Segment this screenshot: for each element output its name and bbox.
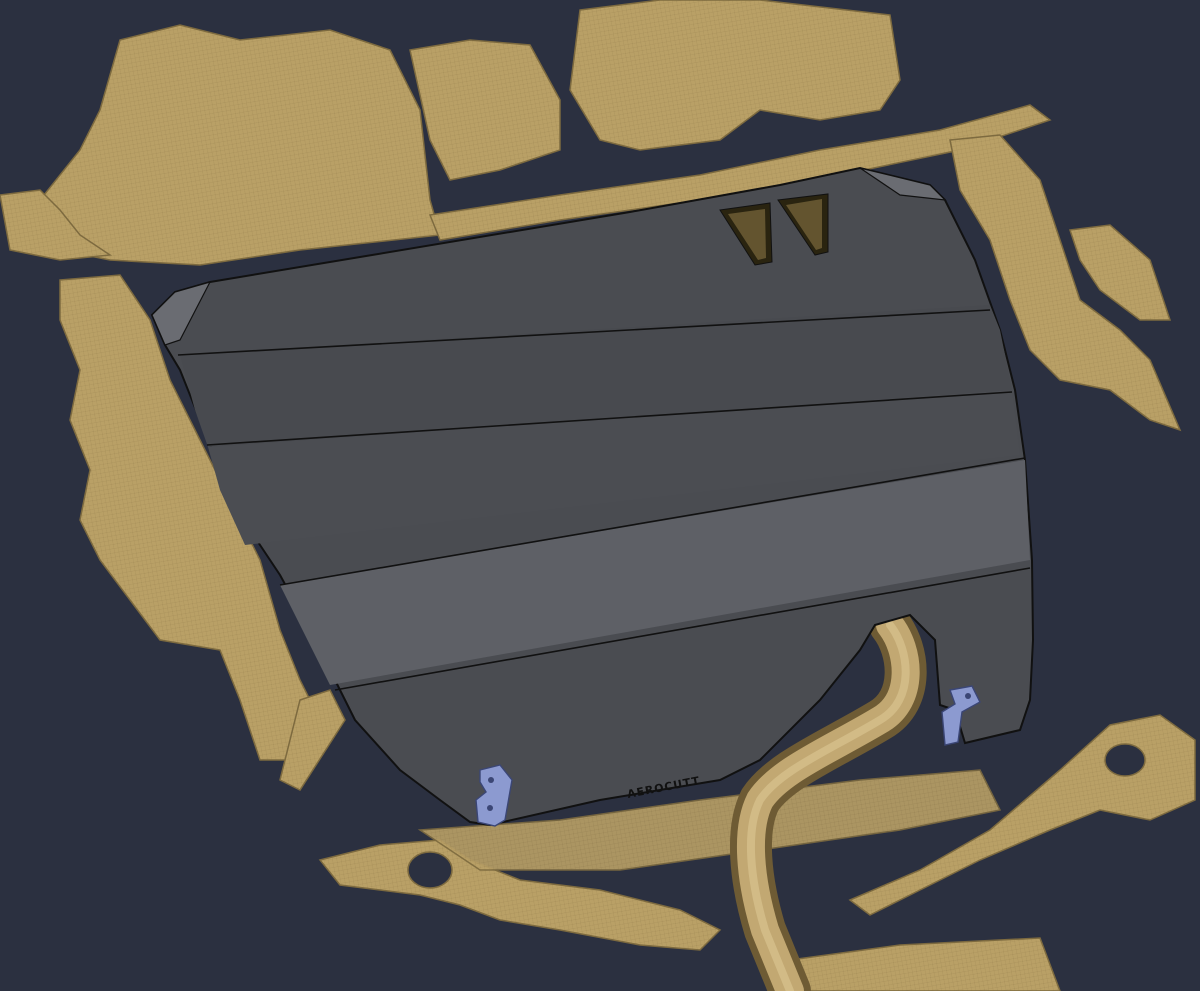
underbody-scene: AEROCUTT [0, 0, 1200, 991]
left-arm-bushing [407, 851, 453, 889]
right-arm-bushing [1104, 743, 1146, 777]
